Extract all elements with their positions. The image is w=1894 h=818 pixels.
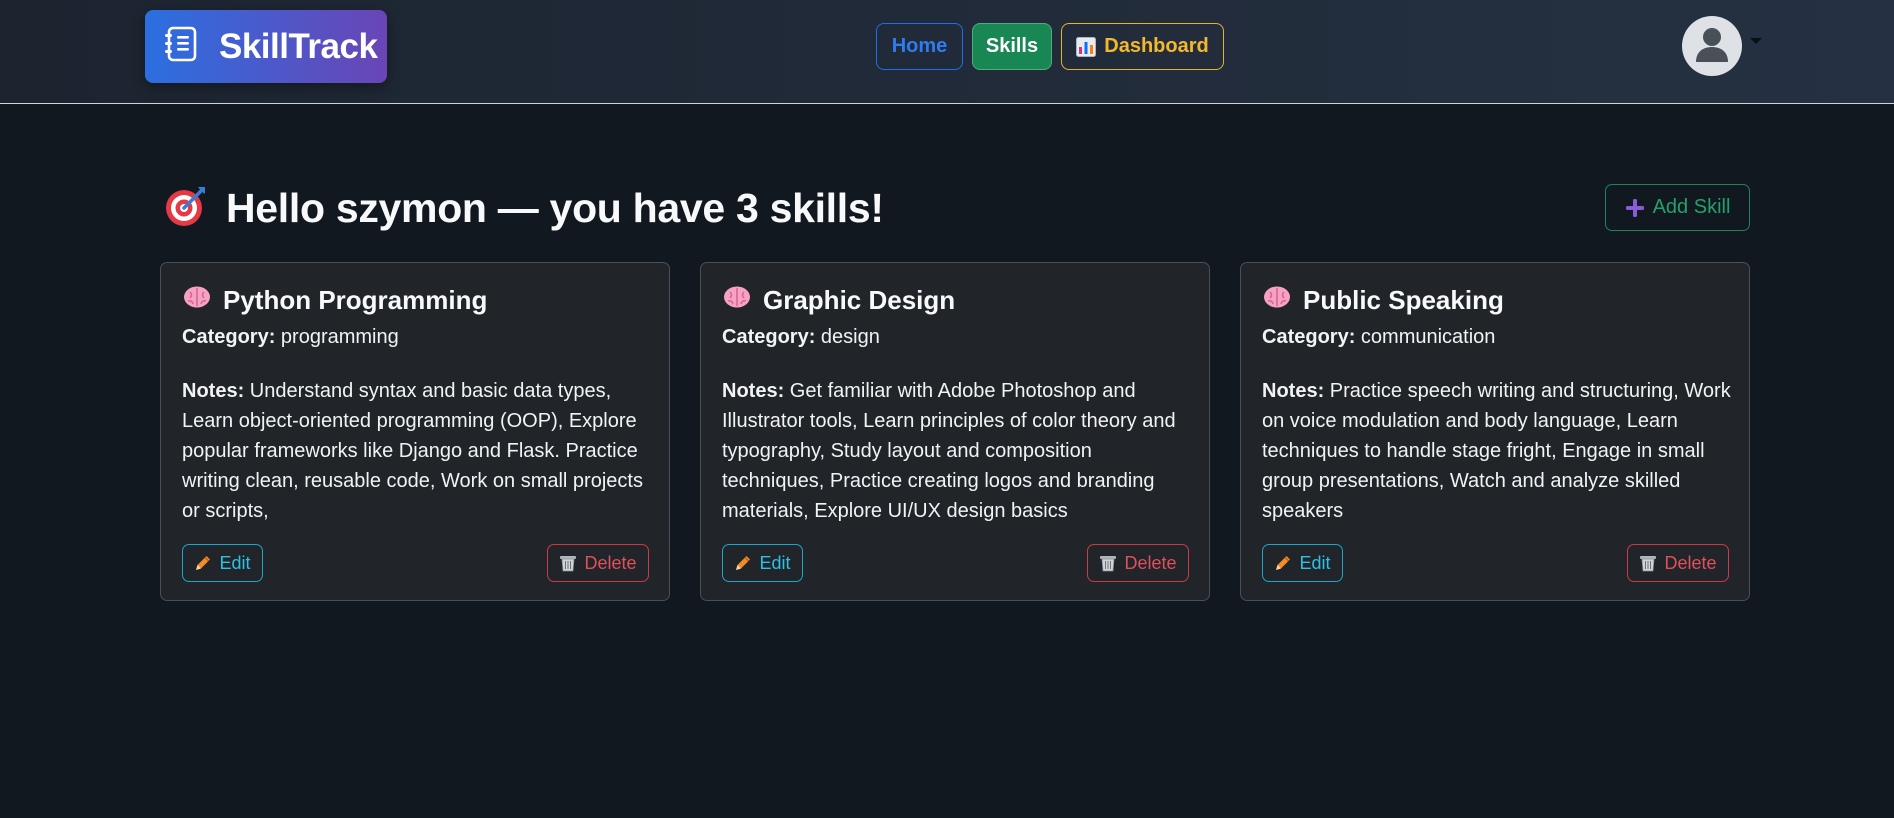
notes-label: Notes: [1262, 380, 1325, 402]
skill-notes: Notes: Practice speech writing and struc… [1262, 376, 1732, 526]
nav-skills-button[interactable]: Skills [972, 23, 1052, 70]
skill-notes: Notes: Get familiar with Adobe Photoshop… [722, 376, 1192, 526]
delete-label: Delete [584, 552, 637, 573]
edit-label: Edit [759, 552, 791, 573]
edit-button[interactable]: Edit [722, 544, 803, 582]
skill-category: Category: communication [1262, 326, 1495, 349]
wastebasket-icon [1639, 554, 1657, 572]
skill-card: Graphic Design Category: design Notes: G… [700, 262, 1210, 601]
nav-links: Home Skills Dashboard [876, 23, 1224, 70]
notes-label: Notes: [722, 380, 785, 402]
nav-dashboard-button[interactable]: Dashboard [1061, 23, 1224, 70]
brain-icon [723, 285, 763, 316]
delete-button[interactable]: Delete [1627, 544, 1729, 582]
delete-label: Delete [1124, 552, 1177, 573]
brand-logo[interactable]: SkillTrack [145, 10, 387, 83]
add-skill-button[interactable]: Add Skill [1605, 184, 1750, 231]
notes-value: Practice speech writing and structuring,… [1262, 380, 1731, 522]
skill-category: Category: design [722, 326, 880, 349]
nav-home-button[interactable]: Home [876, 23, 963, 70]
page-heading: Hello szymon — you have 3 skills! [164, 184, 884, 233]
chevron-down-icon[interactable] [1750, 38, 1762, 44]
notes-value: Get familiar with Adobe Photoshop and Il… [722, 380, 1176, 522]
skill-title: Graphic Design [723, 285, 955, 316]
delete-label: Delete [1664, 552, 1717, 573]
skill-notes: Notes: Understand syntax and basic data … [182, 376, 652, 526]
pencil-icon [1274, 554, 1292, 572]
navbar: SkillTrack Home Skills Dashboard [0, 0, 1894, 104]
delete-button[interactable]: Delete [1087, 544, 1189, 582]
wastebasket-icon [1099, 554, 1117, 572]
category-value: communication [1360, 326, 1496, 348]
user-menu-toggle[interactable] [1682, 16, 1762, 76]
notes-value: Understand syntax and basic data types, … [182, 380, 643, 522]
target-dart-icon [164, 184, 208, 233]
notes-label: Notes: [182, 380, 245, 402]
brain-icon [1263, 285, 1303, 316]
bar-chart-icon [1076, 36, 1097, 57]
notebook-icon [163, 25, 199, 68]
edit-label: Edit [219, 552, 251, 573]
edit-button[interactable]: Edit [182, 544, 263, 582]
skill-title: Public Speaking [1263, 285, 1504, 316]
category-value: design [820, 326, 880, 348]
plus-icon [1625, 198, 1645, 218]
wastebasket-icon [559, 554, 577, 572]
skill-title-text: Python Programming [223, 285, 488, 315]
category-label: Category: [182, 326, 276, 348]
category-label: Category: [1262, 326, 1356, 348]
brand-name: SkillTrack [219, 26, 378, 66]
nav-dashboard-label: Dashboard [1104, 35, 1209, 57]
skill-card: Python Programming Category: programming… [160, 262, 670, 601]
skill-title: Python Programming [183, 285, 487, 316]
skill-title-text: Public Speaking [1303, 285, 1504, 315]
skill-card: Public Speaking Category: communication … [1240, 262, 1750, 601]
user-silhouette-icon [1690, 22, 1734, 71]
edit-label: Edit [1299, 552, 1331, 573]
category-label: Category: [722, 326, 816, 348]
category-value: programming [280, 326, 399, 348]
delete-button[interactable]: Delete [547, 544, 649, 582]
skill-category: Category: programming [182, 326, 399, 349]
avatar[interactable] [1682, 16, 1742, 76]
page-title: Hello szymon — you have 3 skills! [226, 185, 884, 231]
skill-title-text: Graphic Design [763, 285, 956, 315]
brain-icon [183, 285, 223, 316]
add-skill-label: Add Skill [1652, 196, 1731, 218]
pencil-icon [734, 554, 752, 572]
edit-button[interactable]: Edit [1262, 544, 1343, 582]
pencil-icon [194, 554, 212, 572]
